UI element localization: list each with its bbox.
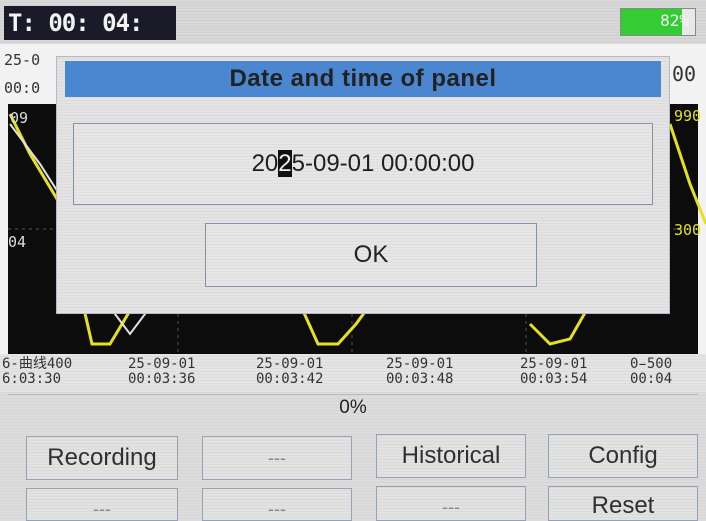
reset-button[interactable]: Reset [548,486,698,521]
empty-button-4[interactable]: --- [376,486,526,521]
dialog-title: Date and time of panel [65,61,661,97]
datetime-cursor: 2 [278,150,292,177]
bg-scale-fragment: 09 [10,109,29,127]
bg-value-fragment: 00 [672,62,697,86]
bg-date-fragment: 25-0 [4,51,41,69]
time-axis: 6-曲线400 6:03:30 25-09-01 00:03:36 25-09-… [0,354,706,392]
bg-scale-fragment: 990 [674,107,702,125]
empty-button-2[interactable]: --- [26,488,178,521]
bg-time-fragment: 00:0 [4,79,41,97]
battery-indicator: 82% [620,8,696,36]
recording-button[interactable]: Recording [26,436,178,480]
time-axis-label: 25-09-01 00:03:36 [128,356,196,387]
datetime-dialog: Date and time of panel 2025-09-01 00:00:… [56,56,670,314]
time-axis-label: 25-09-01 00:03:42 [256,356,324,387]
panel-screen: T: 00: 04: 26 82% 25-0 00:0 00 09 04 990… [0,0,706,521]
historical-button[interactable]: Historical [376,434,526,478]
config-button[interactable]: Config [548,434,698,478]
datetime-text-before: 20 [251,150,279,177]
datetime-text-after: 5-09-01 00:00:00 [291,150,475,177]
bg-scale-fragment: 04 [8,233,27,251]
empty-button-1[interactable]: --- [202,436,352,480]
bg-scale-fragment: 300 [674,221,702,239]
elapsed-timer: T: 00: 04: 26 [4,6,176,71]
datetime-input[interactable]: 2025-09-01 00:00:00 [73,123,653,205]
progress-bar: 0% [8,394,698,425]
time-axis-label: 25-09-01 00:03:54 [520,356,588,387]
time-axis-label: 0̵500 00:04 [630,356,673,387]
empty-button-3[interactable]: --- [202,488,352,521]
status-bar: T: 00: 04: 26 82% [0,0,706,71]
time-axis-label: 6-曲线400 6:03:30 [2,356,73,387]
progress-percent: 0% [339,397,367,418]
ok-button[interactable]: OK [205,223,537,287]
time-axis-label: 25-09-01 00:03:48 [386,356,454,387]
battery-percent: 82% [660,11,689,30]
